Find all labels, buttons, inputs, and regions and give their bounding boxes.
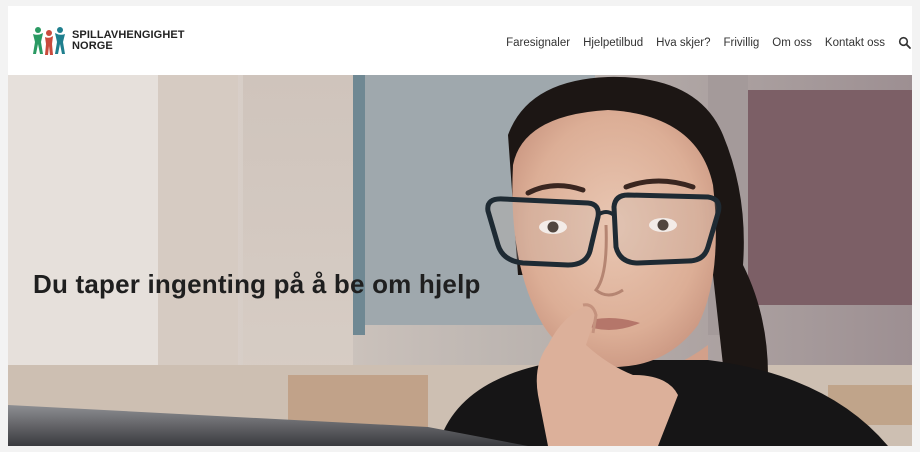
nav-item-faresignaler[interactable]: Faresignaler bbox=[506, 37, 570, 49]
nav-item-kontakt-oss[interactable]: Kontakt oss bbox=[825, 37, 885, 49]
nav-item-frivillig[interactable]: Frivillig bbox=[724, 37, 760, 49]
hero-banner: Du taper ingenting på å be om hjelp bbox=[8, 75, 912, 446]
hero-headline: Du taper ingenting på å be om hjelp bbox=[33, 269, 481, 300]
main-nav: Faresignaler Hjelpetilbud Hva skjer? Fri… bbox=[506, 36, 912, 50]
woman-with-glasses-at-monitor-photo bbox=[8, 75, 912, 446]
nav-item-om-oss[interactable]: Om oss bbox=[772, 37, 812, 49]
site-header: SPILLAVHENGIGHET NORGE Faresignaler Hjel… bbox=[8, 6, 912, 75]
nav-item-hva-skjer[interactable]: Hva skjer? bbox=[656, 37, 710, 49]
page-frame: SPILLAVHENGIGHET NORGE Faresignaler Hjel… bbox=[8, 6, 912, 446]
nav-item-hjelpetilbud[interactable]: Hjelpetilbud bbox=[583, 37, 643, 49]
brand-logo-link[interactable]: SPILLAVHENGIGHET NORGE bbox=[30, 24, 185, 58]
brand-name: SPILLAVHENGIGHET NORGE bbox=[72, 30, 185, 52]
people-figures-icon bbox=[33, 27, 65, 55]
brand-line-2: NORGE bbox=[72, 40, 113, 52]
search-icon[interactable] bbox=[898, 36, 912, 50]
